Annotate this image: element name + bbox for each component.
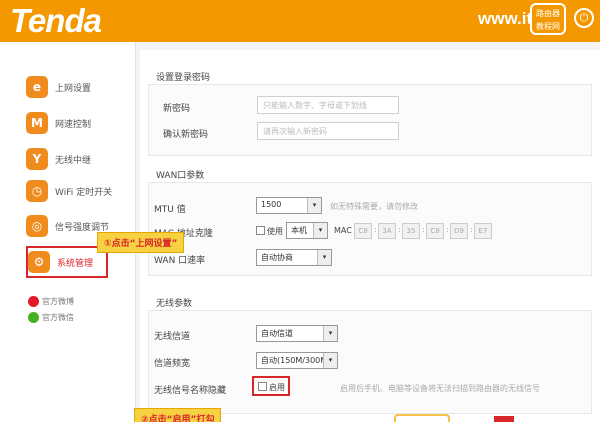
mac-separator: : bbox=[422, 225, 425, 234]
weibo-link[interactable]: 官方微博 bbox=[28, 296, 74, 307]
chevron-down-icon: ▾ bbox=[323, 353, 337, 368]
bandwidth-value: 自动(150M/300M) bbox=[261, 356, 331, 365]
top-header: Tenda www.it 路由器 教程网 ⏻ bbox=[0, 0, 600, 42]
sidebar-item-bandwidth-control[interactable]: M 网速控制 bbox=[26, 110, 136, 136]
speed-wave-icon: M bbox=[26, 112, 48, 134]
wechat-label: 官方微信 bbox=[42, 313, 74, 322]
mac-segment-5[interactable]: D9 bbox=[450, 223, 468, 239]
mac-separator: : bbox=[446, 225, 449, 234]
mac-segment-3[interactable]: 35 bbox=[402, 223, 420, 239]
mac-use-checkbox[interactable]: 使用 bbox=[256, 226, 283, 237]
bandwidth-label: 信道频宽 bbox=[154, 359, 191, 369]
channel-value: 自动信道 bbox=[261, 329, 293, 338]
highlight-box-enable bbox=[252, 376, 290, 396]
mac-segment-6[interactable]: E7 bbox=[474, 223, 492, 239]
sidebar-item-system-management[interactable]: ⚙ 系统管理 bbox=[26, 246, 108, 278]
sidebar-item-label: 信号强度调节 bbox=[55, 222, 110, 233]
channel-label: 无线信道 bbox=[154, 332, 191, 342]
wireless-section bbox=[148, 310, 592, 414]
mac-segment-4[interactable]: C8 bbox=[426, 223, 444, 239]
settings-panel: 设置登录密码 新密码 只能输入数字、字母或下划线 确认新密码 请再次输入新密码 … bbox=[140, 50, 600, 422]
save-button[interactable] bbox=[394, 414, 450, 422]
mtu-hint: 如无特殊需要，请勿修改 bbox=[330, 202, 418, 211]
mac-separator: : bbox=[470, 225, 473, 234]
weibo-label: 官方微博 bbox=[42, 297, 74, 306]
chevron-down-icon: ▾ bbox=[307, 198, 321, 213]
mac-separator: : bbox=[398, 225, 401, 234]
wechat-link[interactable]: 官方微信 bbox=[28, 312, 74, 323]
wan-rate-label: WAN 口速率 bbox=[154, 256, 206, 266]
sidebar-item-label: WiFi 定时开关 bbox=[55, 187, 113, 198]
gear-icon: ⚙ bbox=[28, 251, 50, 273]
sidebar-item-internet-settings[interactable]: e 上网设置 bbox=[26, 74, 136, 100]
mac-segment-1[interactable]: C8 bbox=[354, 223, 372, 239]
mtu-value: 1500 bbox=[261, 200, 282, 209]
sidebar-item-wireless-repeater[interactable]: Y 无线中继 bbox=[26, 146, 136, 172]
confirm-password-input[interactable]: 请再次输入新密码 bbox=[257, 122, 399, 140]
sidebar-item-label: 上网设置 bbox=[55, 83, 92, 94]
chevron-down-icon: ▾ bbox=[313, 223, 327, 238]
sidebar-item-wifi-schedule[interactable]: ◷ WiFi 定时开关 bbox=[26, 178, 136, 204]
sidebar-item-label: 无线中继 bbox=[55, 155, 92, 166]
watermark-badge: 路由器 教程网 bbox=[530, 3, 566, 35]
clock-icon: ◷ bbox=[26, 180, 48, 202]
section-title-wireless: 无线参数 bbox=[156, 299, 193, 309]
wechat-icon bbox=[28, 312, 39, 323]
cancel-button[interactable] bbox=[494, 416, 514, 422]
chevron-down-icon: ▾ bbox=[317, 250, 331, 265]
section-title-login-password: 设置登录密码 bbox=[156, 73, 211, 83]
mac-source-select[interactable]: 本机 ▾ bbox=[286, 222, 328, 239]
mtu-select[interactable]: 1500 ▾ bbox=[256, 197, 322, 214]
internet-explorer-icon: e bbox=[26, 76, 48, 98]
mac-use-label: 使用 bbox=[267, 227, 283, 236]
mac-segment-2[interactable]: 3A bbox=[378, 223, 396, 239]
chevron-down-icon: ▾ bbox=[323, 326, 337, 341]
power-icon[interactable]: ⏻ bbox=[574, 8, 594, 28]
section-title-wan: WAN口参数 bbox=[156, 171, 205, 181]
signal-icon: ◎ bbox=[26, 215, 48, 237]
callout-step2: ②点击“启用”打勾 bbox=[134, 408, 222, 422]
mac-separator: : bbox=[374, 225, 377, 234]
wan-rate-select[interactable]: 自动协商 ▾ bbox=[256, 249, 332, 266]
sidebar-item-label: 网速控制 bbox=[55, 119, 92, 130]
mac-prefix-label: MAC bbox=[334, 226, 352, 235]
weibo-icon bbox=[28, 296, 39, 307]
confirm-password-label: 确认新密码 bbox=[163, 130, 209, 140]
wan-rate-value: 自动协商 bbox=[261, 253, 293, 262]
channel-select[interactable]: 自动信道 ▾ bbox=[256, 325, 338, 342]
mtu-label: MTU 值 bbox=[154, 205, 186, 215]
sidebar-item-label: 系统管理 bbox=[57, 258, 94, 269]
new-password-input[interactable]: 只能输入数字、字母或下划线 bbox=[257, 96, 399, 114]
checkbox-icon bbox=[256, 226, 265, 235]
hide-ssid-label: 无线信号名称隐藏 bbox=[154, 386, 227, 396]
hide-ssid-hint: 启用后手机、电脑等设备将无法扫描到路由器的无线信号 bbox=[340, 384, 540, 393]
tenda-logo: Tenda bbox=[10, 2, 102, 39]
login-password-section: 新密码 只能输入数字、字母或下划线 确认新密码 请再次输入新密码 bbox=[148, 84, 592, 156]
callout-step1: ①点击“上网设置” bbox=[97, 232, 185, 253]
watermark-site-text: www.it bbox=[478, 9, 533, 28]
bandwidth-select[interactable]: 自动(150M/300M) ▾ bbox=[256, 352, 338, 369]
antenna-icon: Y bbox=[26, 148, 48, 170]
new-password-label: 新密码 bbox=[163, 104, 191, 114]
mac-source-value: 本机 bbox=[291, 226, 307, 235]
